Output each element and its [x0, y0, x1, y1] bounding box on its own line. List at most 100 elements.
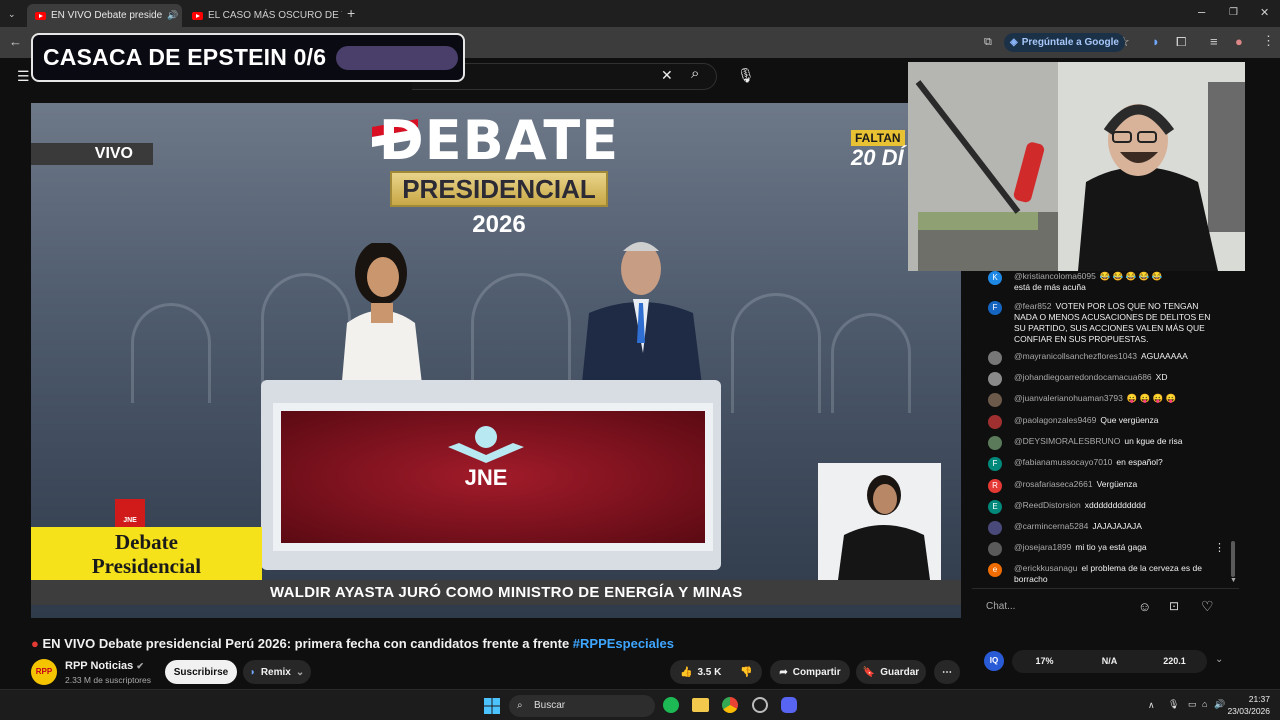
like-count[interactable]: 3.5 K: [697, 667, 721, 678]
avatar[interactable]: [988, 521, 1002, 535]
display-tray-icon[interactable]: ▭: [1188, 699, 1197, 710]
chat-author[interactable]: @johandiegoarredondocamacua686: [1014, 372, 1152, 382]
video-player[interactable]: VIVO DEBATE PRESIDENCIAL 2026 FALTAN 20 …: [31, 103, 961, 618]
discord-icon[interactable]: [781, 697, 797, 713]
stream-overlay-title: CASACA DE EPSTEIN 0/6: [31, 33, 465, 82]
spotify-icon[interactable]: [663, 697, 679, 713]
tab-debate[interactable]: EN VIVO Debate preside 🔊 ✕: [27, 4, 182, 27]
chevron-down-icon: ⌄: [295, 666, 305, 678]
new-tab-icon[interactable]: +: [347, 6, 355, 20]
avatar[interactable]: F: [988, 301, 1002, 315]
chat-author[interactable]: @josejara1899: [1014, 542, 1071, 552]
chat-author[interactable]: @fabianamussocayo7010: [1014, 457, 1112, 467]
chrome-icon[interactable]: [722, 697, 738, 713]
more-actions-button[interactable]: ⋯: [934, 660, 960, 684]
chat-author[interactable]: @rosafariaseca2661: [1014, 479, 1093, 489]
emoji-icon[interactable]: ☺: [1138, 599, 1151, 614]
menu-dots-icon[interactable]: ⋮: [1262, 34, 1275, 48]
mic-icon[interactable]: 🎙: [737, 68, 755, 82]
cast-icon[interactable]: ⧉: [984, 35, 992, 49]
channel-name[interactable]: RPP Noticias ✔: [65, 660, 144, 672]
clear-search-icon[interactable]: ✕: [661, 68, 673, 82]
chat-text: XD: [1155, 372, 1168, 382]
tab-list-icon[interactable]: ⌄: [8, 7, 16, 21]
profile-avatar-icon[interactable]: ●: [1235, 35, 1243, 49]
avatar[interactable]: E: [988, 500, 1002, 514]
chat-input[interactable]: Chat...: [986, 596, 1126, 618]
save-button[interactable]: 🔖 Guardar: [856, 660, 926, 684]
chat-author[interactable]: @kristiancoloma6095: [1014, 271, 1096, 281]
chat-text-line2: está de más acuña: [1014, 282, 1086, 292]
channel-avatar[interactable]: RPP: [31, 659, 57, 685]
channel-name-text[interactable]: RPP Noticias: [65, 660, 133, 672]
network-tray-icon[interactable]: ⌂: [1202, 699, 1207, 709]
restore-icon[interactable]: ❐: [1229, 6, 1238, 20]
close-window-icon[interactable]: ✕: [1260, 6, 1269, 20]
share-icon: ➦: [779, 666, 788, 678]
reading-list-icon[interactable]: ≡: [1210, 35, 1218, 49]
chat-author[interactable]: @DEYSIMORALESBRUNO: [1014, 436, 1120, 446]
avatar[interactable]: R: [988, 479, 1002, 493]
windows-start-icon[interactable]: [484, 698, 500, 714]
chat-author[interactable]: @carmincerna5284: [1014, 521, 1088, 531]
subscribe-button[interactable]: Suscribirse: [165, 660, 237, 684]
message-menu-icon[interactable]: ⋮: [1214, 541, 1225, 554]
chat-author[interactable]: @erickkusanagu: [1014, 563, 1077, 573]
avatar[interactable]: [988, 436, 1002, 450]
tab-caso[interactable]: EL CASO MÁS OSCURO DE TW ✕: [184, 4, 342, 27]
video-hashtag[interactable]: #RPPEspeciales: [573, 636, 674, 651]
chat-author[interactable]: @paolagonzales9469: [1014, 415, 1096, 425]
search-icon[interactable]: ⌕: [691, 66, 699, 81]
chat-author[interactable]: @fear852: [1014, 301, 1051, 311]
chat-input-divider: [972, 588, 1239, 589]
super-chat-icon[interactable]: ⊡: [1169, 599, 1179, 613]
avatar[interactable]: [988, 542, 1002, 556]
avatar[interactable]: [988, 393, 1002, 407]
scroll-down-icon[interactable]: ▼: [1230, 577, 1237, 584]
mic-tray-icon[interactable]: 🎙: [1168, 699, 1179, 710]
chat-text: Que vergüenza: [1100, 415, 1159, 425]
remix-button[interactable]: ◗ Remix ⌄: [243, 660, 311, 684]
extensions-icon[interactable]: ⧠: [1176, 35, 1186, 49]
avatar[interactable]: F: [988, 457, 1002, 471]
like-dislike-group: 👍 3.5 K 👎: [670, 660, 762, 684]
file-explorer-icon[interactable]: [692, 698, 709, 712]
jne-mini-logo: JNE: [115, 499, 145, 527]
stats-expand-icon[interactable]: ⌄: [1215, 654, 1223, 665]
ask-google-button[interactable]: ◈ Pregúntale a Google: [1004, 33, 1125, 52]
minimize-icon[interactable]: –: [1198, 5, 1205, 19]
tray-chevron-icon[interactable]: ∧: [1148, 700, 1155, 711]
like-icon[interactable]: 👍: [680, 667, 692, 678]
youtube-icon: [35, 11, 46, 20]
share-button[interactable]: ➦ Compartir: [770, 660, 850, 684]
avatar[interactable]: [988, 372, 1002, 386]
dislike-icon[interactable]: 👎: [740, 667, 752, 678]
hamburger-menu-icon[interactable]: ☰: [17, 69, 30, 83]
volume-tray-icon[interactable]: 🔊: [1214, 699, 1225, 710]
chrome-dev-icon[interactable]: [752, 697, 768, 713]
stats-badge[interactable]: IQ: [984, 651, 1004, 671]
chat-scrollbar[interactable]: [1231, 541, 1235, 577]
taskbar-search[interactable]: ⌕ Buscar: [509, 695, 655, 717]
heart-icon[interactable]: ♡: [1201, 598, 1214, 615]
save-icon: 🔖: [862, 666, 876, 678]
more-dots-icon: ⋯: [942, 666, 952, 678]
chat-author[interactable]: @mayranicollsanchezflores1043: [1014, 351, 1137, 361]
extension-wave-icon[interactable]: ◗: [1152, 35, 1160, 49]
chat-author[interactable]: @juanvalerianohuaman3793: [1014, 393, 1123, 403]
stats-bar: 17% N/A 220.1: [1012, 650, 1207, 673]
back-icon[interactable]: ←: [9, 35, 22, 49]
subscriber-count: 2.33 M de suscriptores: [65, 675, 151, 685]
speaker-icon[interactable]: 🔊: [167, 10, 178, 21]
background-arch: [731, 293, 821, 413]
video-title-text: EN VIVO Debate presidencial Perú 2026: p…: [42, 636, 570, 651]
clock[interactable]: 21:37 23/03/2026: [1226, 693, 1270, 717]
avatar[interactable]: K: [988, 271, 1002, 285]
avatar[interactable]: [988, 351, 1002, 365]
ask-google-label: Pregúntale a Google: [1021, 37, 1119, 48]
avatar[interactable]: e: [988, 563, 1002, 577]
chat-author[interactable]: @ReedDistorsion: [1014, 500, 1081, 510]
youtube-icon: [192, 11, 203, 20]
stat-a: 17%: [1035, 656, 1054, 666]
avatar[interactable]: [988, 415, 1002, 429]
